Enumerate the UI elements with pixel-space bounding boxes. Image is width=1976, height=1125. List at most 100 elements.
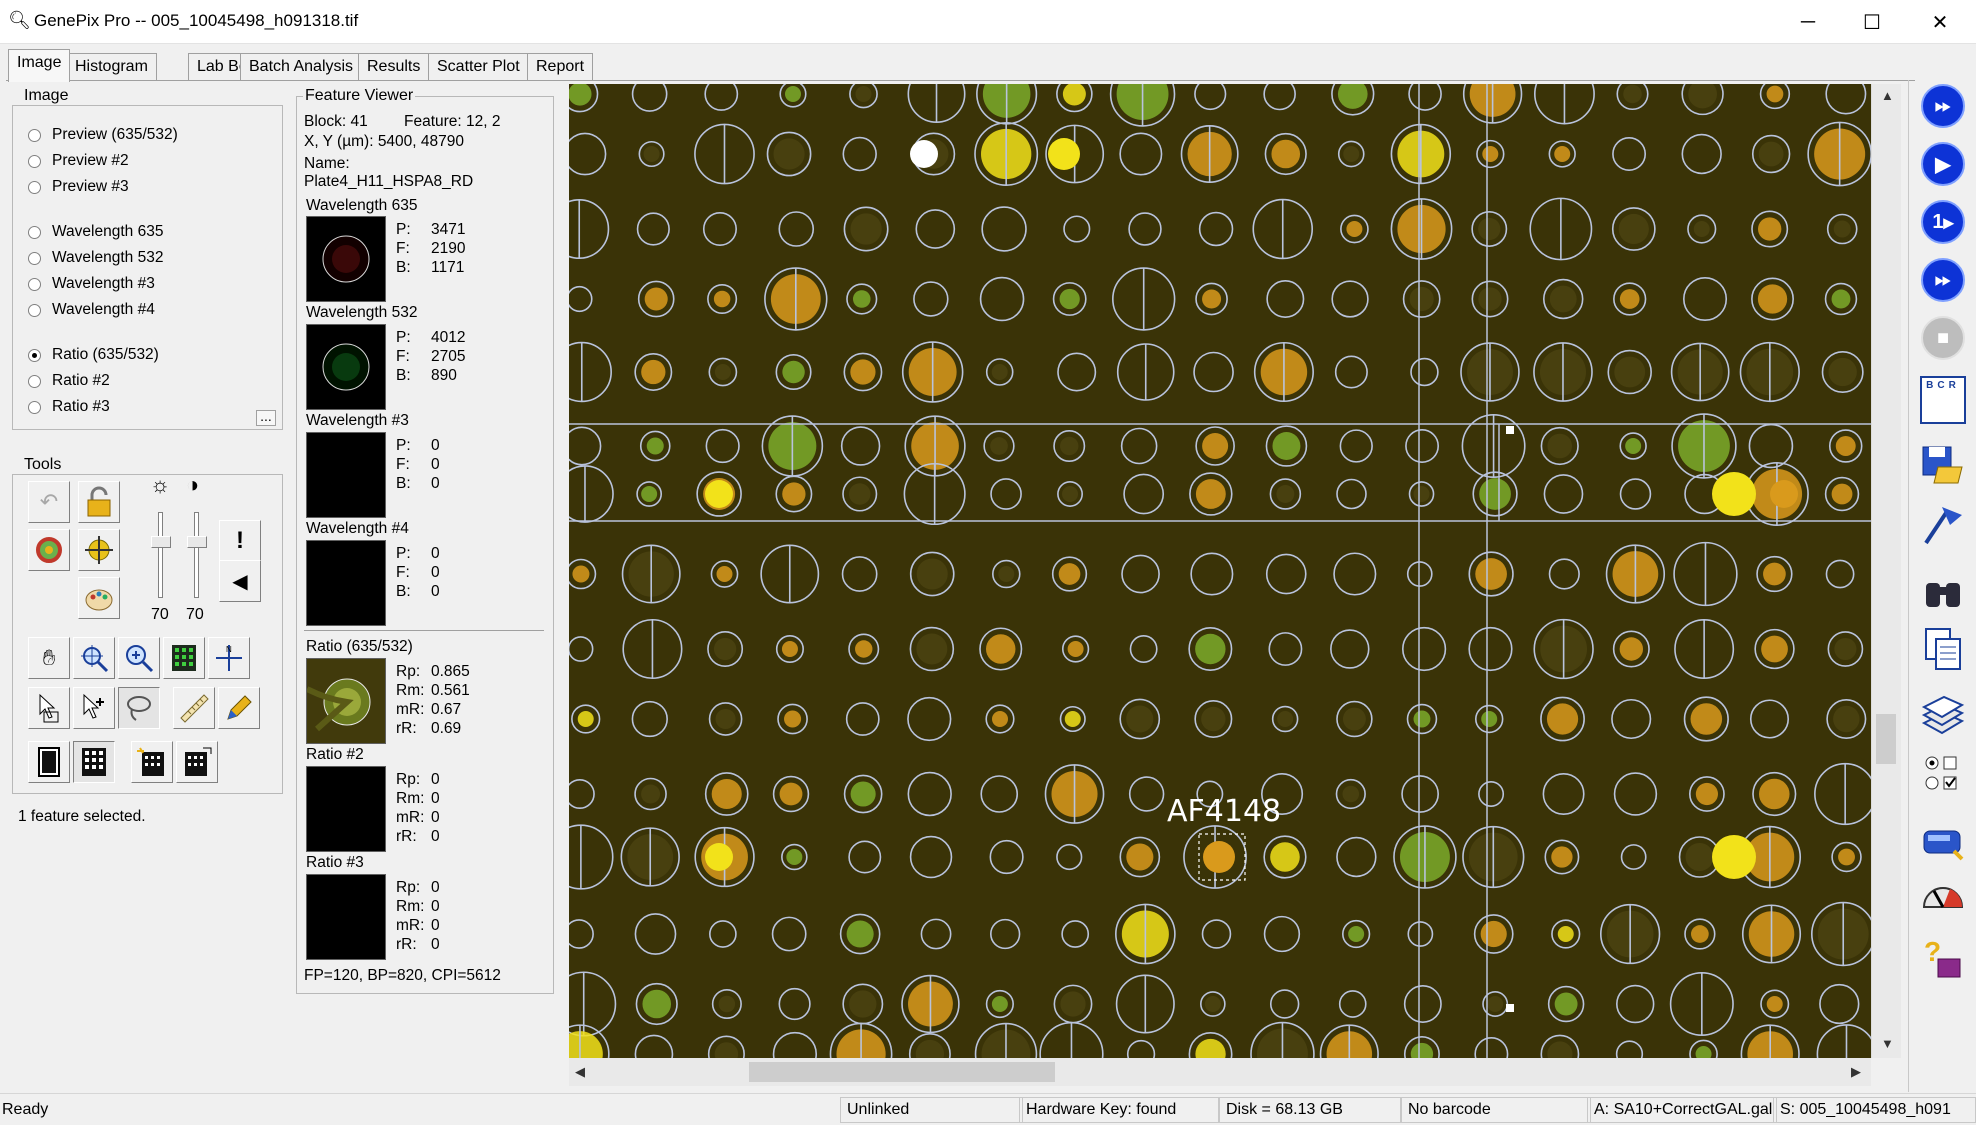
find-feature-button[interactable] xyxy=(78,529,120,571)
alert-button[interactable]: ! xyxy=(219,520,261,562)
value-key: Rm: xyxy=(396,682,425,699)
status-hardware-key: Hardware Key: found xyxy=(1019,1097,1219,1123)
tab-histogram[interactable]: Histogram xyxy=(66,53,157,80)
close-button[interactable]: ✕ xyxy=(1906,0,1974,44)
pencil-button[interactable] xyxy=(218,687,260,729)
spot xyxy=(782,360,805,384)
single-frame-button[interactable] xyxy=(28,741,70,783)
window-title: GenePix Pro -- 005_10045498_h091318.tif xyxy=(34,11,359,30)
spot xyxy=(991,711,1008,727)
compass-button[interactable]: N xyxy=(208,637,250,679)
option-preview-635-532[interactable]: Preview (635/532) xyxy=(28,124,278,146)
spot xyxy=(1413,710,1431,728)
help-button[interactable]: ? xyxy=(1917,932,1969,984)
gauge-button[interactable] xyxy=(1917,870,1969,922)
ratio-rr-value: 0 xyxy=(431,828,440,845)
microarray-image[interactable]: AF4148 xyxy=(569,84,1871,1058)
option-wavelength-532[interactable]: Wavelength 532 xyxy=(28,247,278,269)
spot xyxy=(1482,146,1499,162)
tab-results[interactable]: Results xyxy=(358,53,430,80)
brightness-slider-track[interactable] xyxy=(158,512,163,598)
spot xyxy=(773,138,805,170)
single-scan-button[interactable]: 1 ▸ xyxy=(1917,196,1969,248)
option-wavelength-635[interactable]: Wavelength 635 xyxy=(28,221,278,243)
option-ratio-635-532[interactable]: Ratio (635/532) xyxy=(28,344,278,366)
microarray-canvas[interactable] xyxy=(569,84,1871,1058)
horizontal-scroll-thumb[interactable] xyxy=(749,1062,1055,1082)
option-label: Preview (635/532) xyxy=(52,126,178,143)
brightness-slider-thumb[interactable] xyxy=(151,536,171,548)
option-preview-3[interactable]: Preview #3 xyxy=(28,176,278,198)
batch-scan-button[interactable]: ⏩︎ xyxy=(1917,254,1969,306)
ratio-rr-value: 0.69 xyxy=(431,720,462,737)
contrast-slider-track[interactable] xyxy=(194,512,199,598)
layers-button[interactable] xyxy=(1917,688,1969,740)
spot xyxy=(644,287,668,311)
option-preview-2[interactable]: Preview #2 xyxy=(28,150,278,172)
palette-button[interactable] xyxy=(78,577,120,619)
pan-tool-button[interactable]: ✋︎ xyxy=(28,637,70,679)
value-key: P: xyxy=(396,437,411,454)
spot xyxy=(1204,996,1221,1012)
spot xyxy=(1475,558,1507,590)
block-grid-button[interactable] xyxy=(73,741,115,783)
option-wavelength-3[interactable]: Wavelength #3 xyxy=(28,273,278,295)
saturated-spot xyxy=(910,140,938,168)
hardware-button[interactable] xyxy=(1917,814,1969,866)
scroll-down-icon[interactable]: ▼ xyxy=(1881,1036,1894,1051)
scroll-up-icon[interactable]: ▲ xyxy=(1881,88,1894,103)
edit-blocks-button[interactable] xyxy=(176,741,218,783)
grid-view-button[interactable] xyxy=(163,637,205,679)
option-ratio-3[interactable]: Ratio #3 xyxy=(28,396,278,418)
spot xyxy=(1201,706,1226,732)
rotate-color-button[interactable] xyxy=(28,529,70,571)
scroll-left-icon[interactable]: ◀ xyxy=(575,1064,585,1080)
value-key: P: xyxy=(396,329,411,346)
scan-button[interactable]: ▶ xyxy=(1917,138,1969,190)
back-button[interactable]: ◀ xyxy=(219,560,261,602)
vertical-scrollbar[interactable]: ▲ ▼ xyxy=(1871,84,1901,1058)
add-select-button[interactable] xyxy=(73,687,115,729)
new-blocks-button[interactable] xyxy=(131,741,173,783)
zoom-in-button[interactable] xyxy=(118,637,160,679)
block-numbers-button[interactable]: BCR xyxy=(1917,374,1969,426)
spot xyxy=(715,708,736,730)
feature-ratio-icon xyxy=(305,678,371,732)
options-button[interactable] xyxy=(1917,748,1969,800)
vertical-scroll-thumb[interactable] xyxy=(1876,714,1896,764)
fast-scan-button[interactable]: ⏩︎ xyxy=(1917,80,1969,132)
save-open-button[interactable] xyxy=(1917,438,1969,490)
tab-image[interactable]: Image xyxy=(8,49,71,82)
undo-button[interactable]: ↶ xyxy=(28,481,70,523)
copy-button[interactable] xyxy=(1917,622,1969,674)
background-value: 0 xyxy=(431,475,440,492)
option-wavelength-4[interactable]: Wavelength #4 xyxy=(28,299,278,321)
spot xyxy=(1343,146,1360,162)
pixel-value: 4012 xyxy=(431,329,466,346)
select-tool-button[interactable] xyxy=(28,687,70,729)
feature-circle-icon xyxy=(322,235,370,283)
flag-button[interactable] xyxy=(1917,498,1969,550)
zoom-fit-button[interactable] xyxy=(73,637,115,679)
lock-button[interactable] xyxy=(78,481,120,523)
tab-scatter-plot[interactable]: Scatter Plot xyxy=(428,53,529,80)
maximize-button[interactable]: ☐ xyxy=(1838,0,1906,44)
spot xyxy=(985,634,1016,664)
scroll-right-icon[interactable]: ▶ xyxy=(1851,1064,1861,1080)
more-options-button[interactable]: ... xyxy=(256,409,276,426)
option-ratio-2[interactable]: Ratio #2 xyxy=(28,370,278,392)
find-button[interactable] xyxy=(1917,566,1969,618)
ruler-button[interactable] xyxy=(173,687,215,729)
image-group-title: Image xyxy=(22,87,71,105)
lasso-tool-button[interactable] xyxy=(118,687,160,729)
contrast-slider-thumb[interactable] xyxy=(187,536,207,548)
ratio-635-532-values: Rp: 0.865 Rm: 0.561 mR: 0.67 rR: 0.69 xyxy=(396,662,470,738)
image-background xyxy=(569,84,1871,1058)
tab-batch-analysis[interactable]: Batch Analysis xyxy=(240,53,363,80)
stop-button[interactable]: ■ xyxy=(1917,312,1969,364)
block-numbers-label: BCR xyxy=(1926,380,1960,391)
tab-report[interactable]: Report xyxy=(527,53,594,80)
minimize-button[interactable]: ─ xyxy=(1774,0,1842,44)
spot xyxy=(846,920,874,948)
horizontal-scrollbar[interactable]: ◀ ▶ xyxy=(569,1058,1871,1086)
